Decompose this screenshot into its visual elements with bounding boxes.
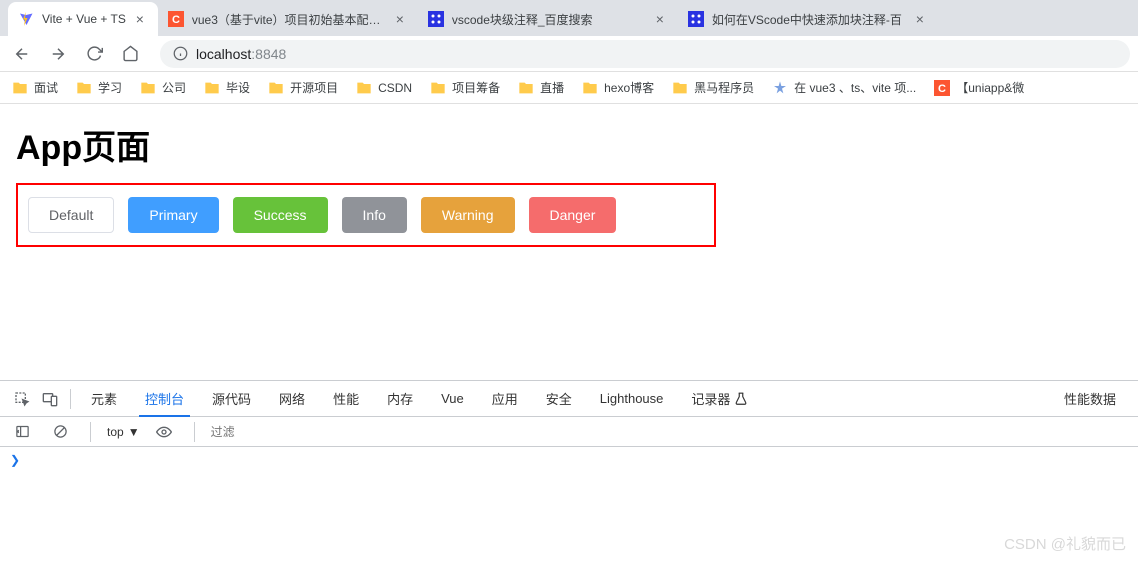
bookmark-folder[interactable]: 直播 bbox=[518, 79, 564, 96]
warning-button[interactable]: Warning bbox=[421, 197, 515, 233]
bookmark-link[interactable]: 在 vue3 、ts、vite 项... bbox=[772, 79, 916, 96]
button-row: Default Primary Success Info Warning Dan… bbox=[16, 183, 716, 247]
live-expression-icon[interactable] bbox=[150, 418, 178, 446]
forward-button[interactable] bbox=[44, 40, 72, 68]
default-button[interactable]: Default bbox=[28, 197, 114, 233]
bookmark-folder[interactable]: 学习 bbox=[76, 79, 122, 96]
address-bar[interactable]: localhost:8848 bbox=[160, 40, 1130, 68]
device-toggle-icon[interactable] bbox=[36, 385, 64, 413]
browser-tabs-bar: Vite + Vue + TS × C vue3（基于vite）项目初始基本配置… bbox=[0, 0, 1138, 36]
devtools-tab-vue[interactable]: Vue bbox=[427, 381, 478, 417]
favicon-csdn-icon: C bbox=[168, 11, 184, 27]
svg-text:C: C bbox=[172, 14, 180, 26]
bookmark-link[interactable]: C【uniapp&微 bbox=[934, 79, 1024, 96]
favicon-baidu-icon bbox=[688, 11, 704, 27]
bookmark-folder[interactable]: hexo博客 bbox=[582, 79, 654, 96]
divider bbox=[90, 422, 91, 442]
bookmarks-bar: 面试 学习 公司 毕设 开源项目 CSDN 项目筹备 直播 hexo博客 黑马程… bbox=[0, 72, 1138, 104]
chevron-down-icon: ▼ bbox=[128, 425, 140, 439]
tab-title: vue3（基于vite）项目初始基本配置_ bbox=[192, 11, 386, 28]
back-button[interactable] bbox=[8, 40, 36, 68]
browser-tab-3[interactable]: 如何在VScode中快速添加块注释-百 × bbox=[678, 2, 938, 36]
console-prompt: ❯ bbox=[10, 453, 20, 467]
bookmark-folder[interactable]: CSDN bbox=[356, 80, 412, 96]
console-toolbar: top ▼ bbox=[0, 417, 1138, 447]
close-icon[interactable]: × bbox=[652, 11, 668, 27]
devtools-tab-lighthouse[interactable]: Lighthouse bbox=[586, 381, 678, 417]
devtools-panel: 元素 控制台 源代码 网络 性能 内存 Vue 应用 安全 Lighthouse… bbox=[0, 380, 1138, 570]
success-button[interactable]: Success bbox=[233, 197, 328, 233]
favicon-vite-icon bbox=[18, 11, 34, 27]
tab-title: Vite + Vue + TS bbox=[42, 12, 126, 26]
flask-icon bbox=[734, 392, 748, 406]
devtools-tab-insights[interactable]: 性能数据 bbox=[1050, 381, 1130, 417]
clear-console-icon[interactable] bbox=[46, 418, 74, 446]
bookmark-folder[interactable]: 毕设 bbox=[204, 79, 250, 96]
divider bbox=[194, 422, 195, 442]
context-selector[interactable]: top ▼ bbox=[107, 425, 140, 439]
devtools-tab-memory[interactable]: 内存 bbox=[373, 381, 427, 417]
filter-input[interactable] bbox=[211, 425, 1130, 439]
favicon-baidu-icon bbox=[428, 11, 444, 27]
devtools-tab-console[interactable]: 控制台 bbox=[131, 381, 198, 417]
info-icon[interactable] bbox=[172, 46, 188, 62]
devtools-tabs: 元素 控制台 源代码 网络 性能 内存 Vue 应用 安全 Lighthouse… bbox=[0, 381, 1138, 417]
tab-title: 如何在VScode中快速添加块注释-百 bbox=[712, 11, 906, 28]
devtools-tab-performance[interactable]: 性能 bbox=[319, 381, 373, 417]
close-icon[interactable]: × bbox=[392, 11, 408, 27]
bookmark-folder[interactable]: 公司 bbox=[140, 79, 186, 96]
tab-title: vscode块级注释_百度搜索 bbox=[452, 11, 646, 28]
devtools-tab-sources[interactable]: 源代码 bbox=[198, 381, 265, 417]
nav-bar: localhost:8848 bbox=[0, 36, 1138, 72]
sidebar-toggle-icon[interactable] bbox=[8, 418, 36, 446]
devtools-tab-elements[interactable]: 元素 bbox=[77, 381, 131, 417]
page-content: App页面 Default Primary Success Info Warni… bbox=[0, 104, 1138, 263]
danger-button[interactable]: Danger bbox=[529, 197, 617, 233]
browser-tab-1[interactable]: C vue3（基于vite）项目初始基本配置_ × bbox=[158, 2, 418, 36]
home-button[interactable] bbox=[116, 40, 144, 68]
bookmark-folder[interactable]: 开源项目 bbox=[268, 79, 338, 96]
address-text: localhost:8848 bbox=[196, 46, 286, 62]
devtools-tab-application[interactable]: 应用 bbox=[478, 381, 532, 417]
close-icon[interactable]: × bbox=[912, 11, 928, 27]
reload-button[interactable] bbox=[80, 40, 108, 68]
primary-button[interactable]: Primary bbox=[128, 197, 218, 233]
info-button[interactable]: Info bbox=[342, 197, 407, 233]
browser-tab-2[interactable]: vscode块级注释_百度搜索 × bbox=[418, 2, 678, 36]
devtools-tab-security[interactable]: 安全 bbox=[532, 381, 586, 417]
bookmark-folder[interactable]: 黑马程序员 bbox=[672, 79, 754, 96]
devtools-tab-recorder[interactable]: 记录器 bbox=[677, 381, 762, 417]
browser-tab-0[interactable]: Vite + Vue + TS × bbox=[8, 2, 158, 36]
console-body[interactable]: ❯ bbox=[0, 447, 1138, 570]
bookmark-folder[interactable]: 项目筹备 bbox=[430, 79, 500, 96]
close-icon[interactable]: × bbox=[132, 11, 148, 27]
divider bbox=[70, 389, 71, 409]
inspect-icon[interactable] bbox=[8, 385, 36, 413]
page-title: App页面 bbox=[16, 120, 1122, 169]
devtools-tab-network[interactable]: 网络 bbox=[265, 381, 319, 417]
svg-text:C: C bbox=[938, 83, 946, 95]
bookmark-folder[interactable]: 面试 bbox=[12, 79, 58, 96]
